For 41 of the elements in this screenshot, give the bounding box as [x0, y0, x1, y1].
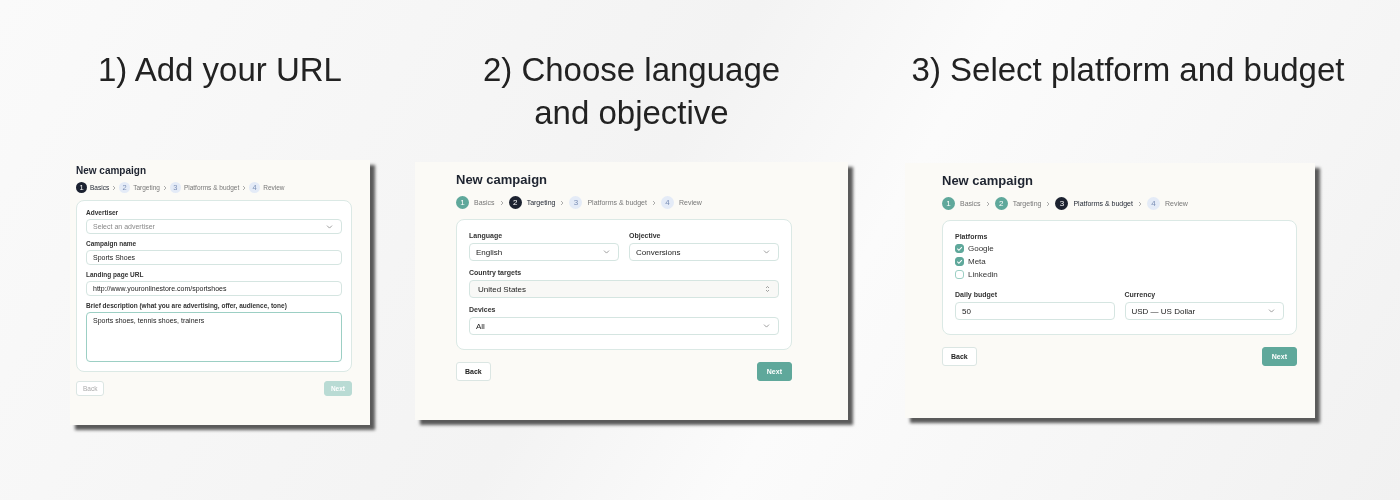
select-field[interactable]: English — [469, 243, 619, 261]
select-field[interactable]: United States — [469, 280, 779, 298]
step-number: 2 — [508, 196, 522, 209]
checkbox-label: Google — [968, 244, 994, 253]
chevron-down-icon — [326, 224, 333, 229]
step-number: 1 — [456, 196, 469, 209]
step-number: 4 — [660, 196, 674, 209]
step-heading: 3) Select platform and budget — [911, 50, 1345, 90]
checkbox[interactable] — [955, 244, 964, 253]
chevron-right-icon — [112, 184, 117, 191]
chevron-right-icon — [1137, 200, 1142, 207]
chevron-right-icon — [985, 200, 990, 207]
step-number: 4 — [1146, 197, 1160, 210]
step-number: 1 — [942, 197, 955, 210]
chevron-down-icon — [603, 250, 610, 254]
select-field[interactable]: USD — US Dollar — [1124, 302, 1284, 320]
chevron-right-icon — [162, 184, 167, 191]
checkbox[interactable] — [955, 257, 964, 266]
checkbox-label: Meta — [968, 257, 986, 266]
page-title: New campaign — [942, 173, 1035, 188]
chevron-right-icon — [499, 199, 504, 206]
page-title: New campaign — [76, 165, 148, 176]
checkbox-label: Linkedin — [968, 270, 998, 279]
chevron-right-icon — [560, 199, 565, 206]
up-down-chevron-icon — [765, 285, 770, 293]
chevron-right-icon — [651, 199, 656, 206]
checkbox[interactable] — [955, 270, 964, 279]
page-title: New campaign — [456, 172, 549, 187]
chevron-down-icon — [763, 250, 770, 254]
input-field[interactable]: 50 — [955, 302, 1115, 320]
chevron-down-icon — [763, 324, 770, 328]
select-field[interactable]: All — [469, 317, 779, 335]
step-heading: 2) Choose language and objective — [481, 50, 782, 133]
chevron-down-icon — [1268, 309, 1275, 313]
step-number: 3 — [569, 196, 583, 209]
select-field[interactable]: Conversions — [629, 243, 779, 261]
chevron-right-icon — [242, 184, 247, 191]
step-number: 3 — [1055, 197, 1069, 210]
step-heading: 1) Add your URL — [98, 50, 342, 90]
step-number: 2 — [994, 197, 1008, 210]
chevron-right-icon — [1046, 200, 1051, 207]
